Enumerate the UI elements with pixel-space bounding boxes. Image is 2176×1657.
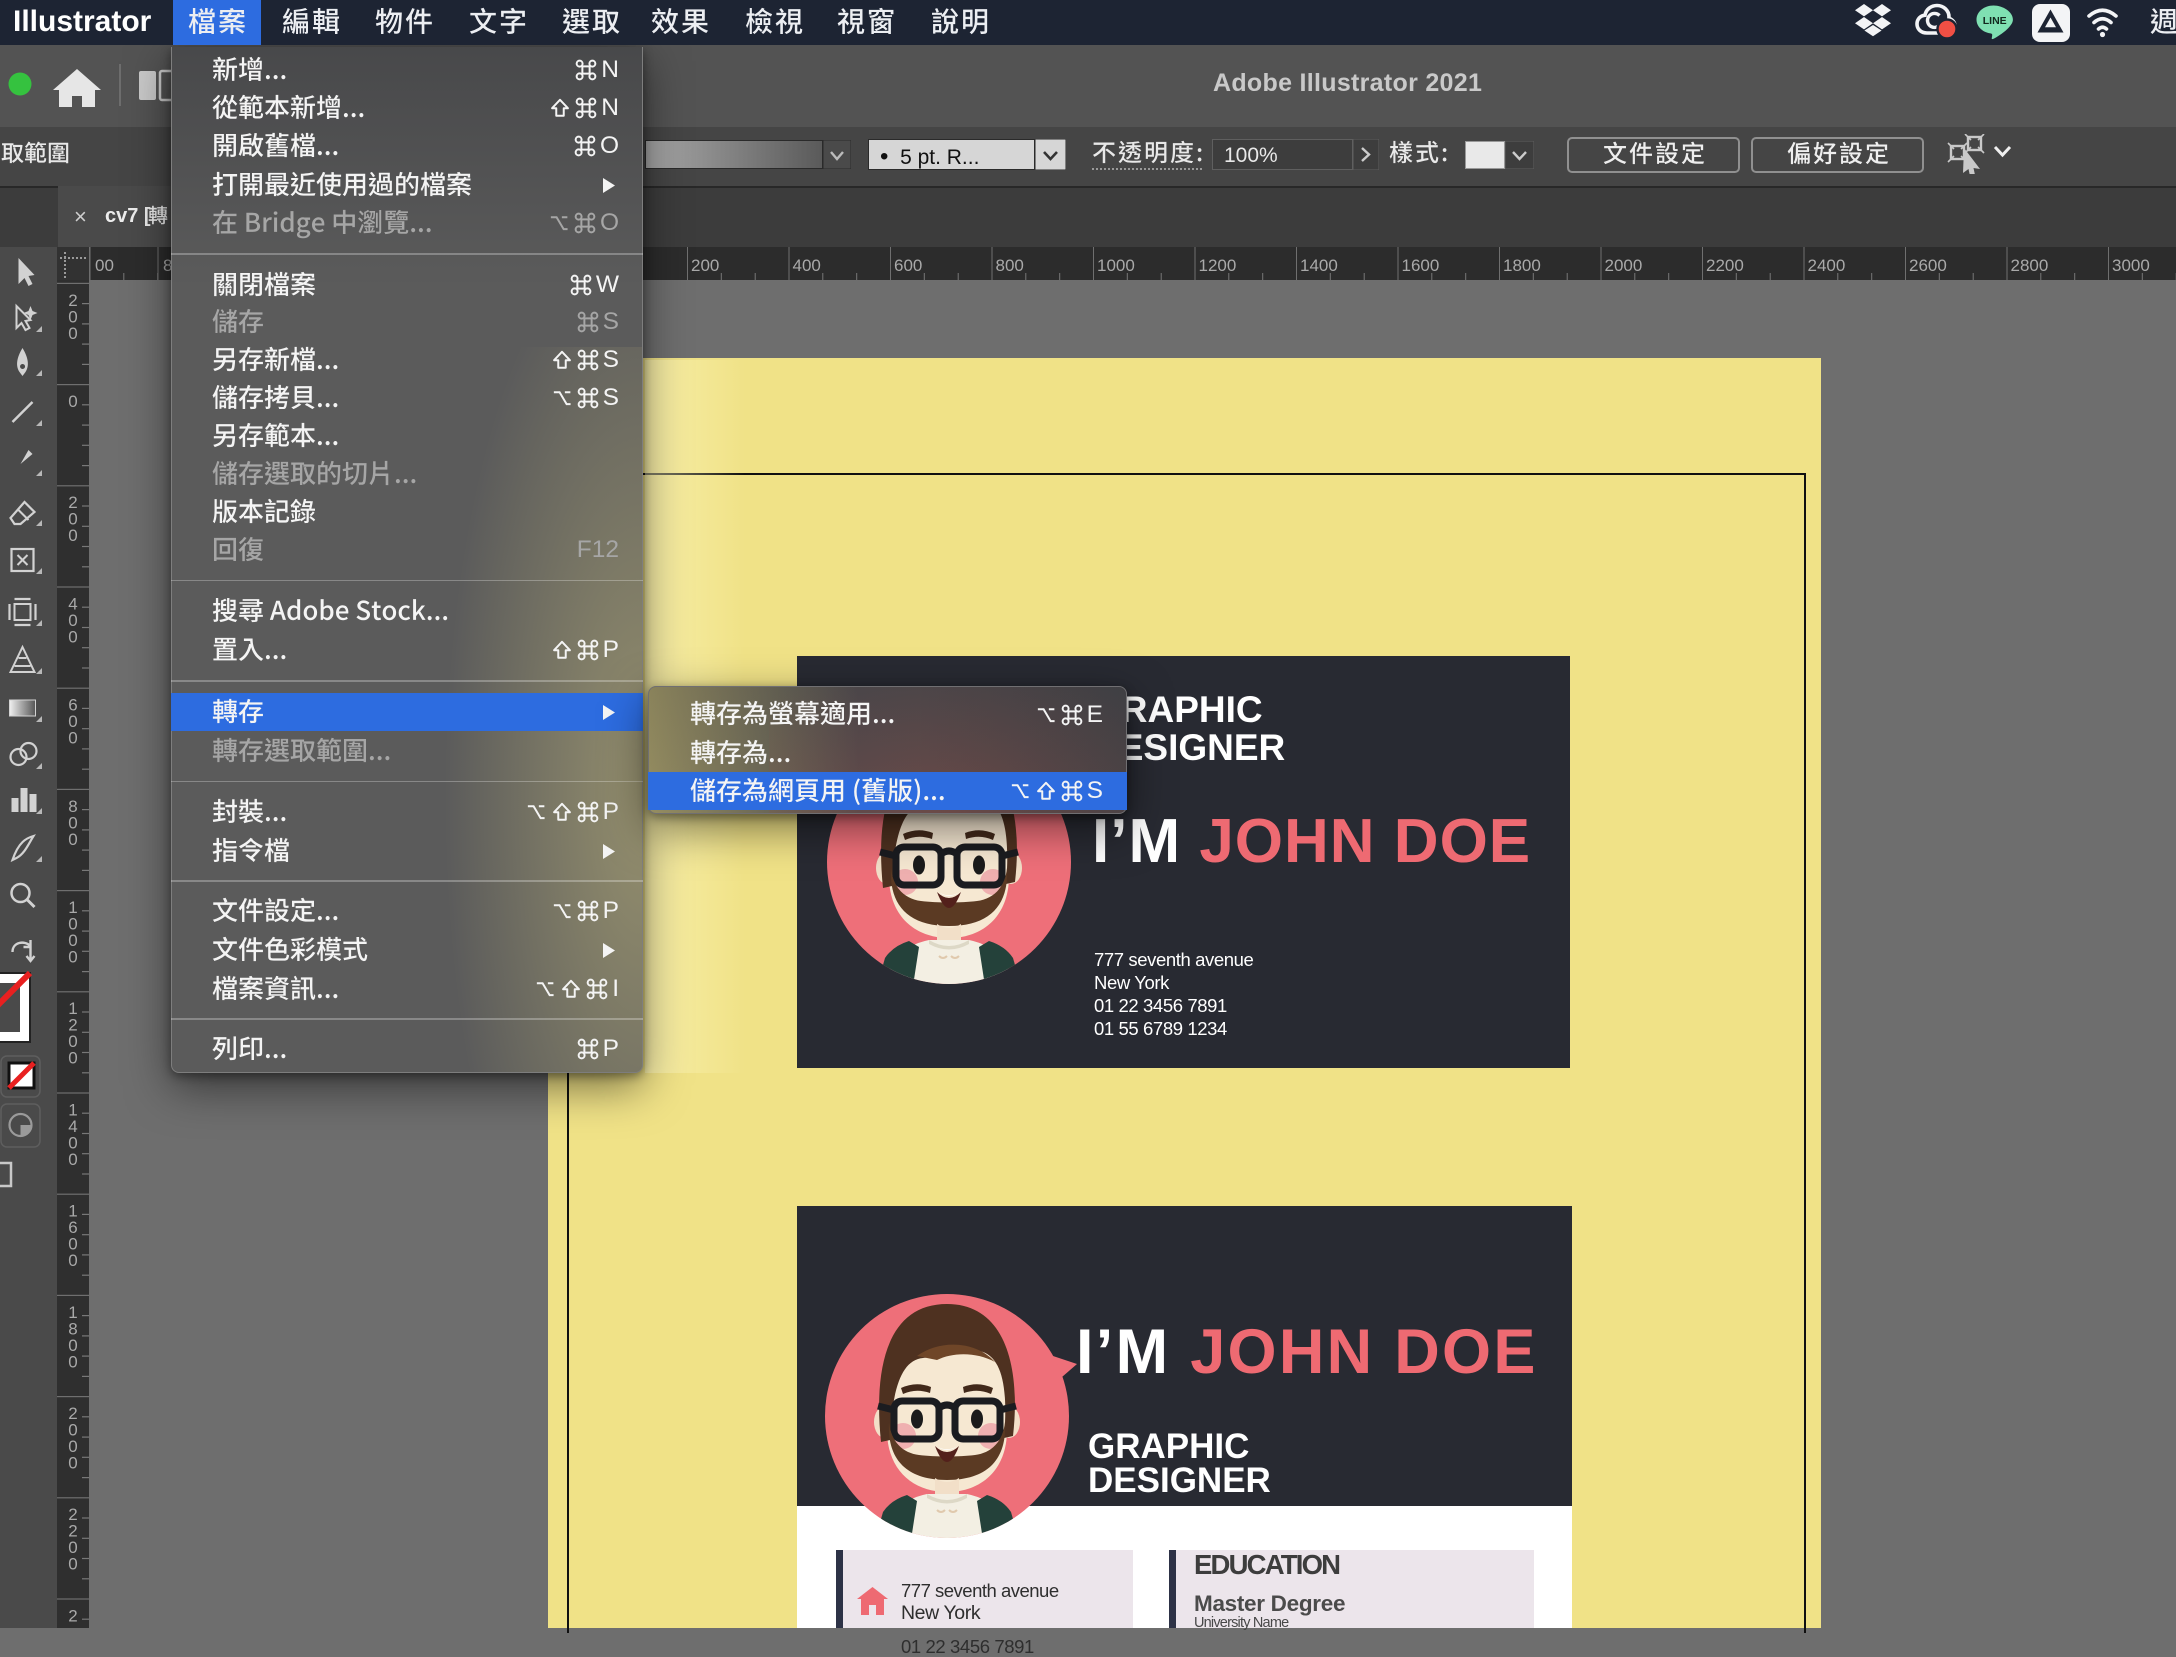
svg-text:0: 0	[68, 627, 77, 646]
svg-text:400: 400	[793, 256, 821, 275]
svg-text:2000: 2000	[1605, 256, 1643, 275]
svg-text:2: 2	[68, 1606, 77, 1625]
svg-text:0: 0	[68, 526, 77, 545]
svg-text:1600: 1600	[1402, 256, 1440, 275]
svg-text:1800: 1800	[1503, 256, 1541, 275]
svg-text:0: 0	[68, 392, 77, 411]
svg-text:2800: 2800	[2011, 256, 2049, 275]
svg-text:0: 0	[68, 324, 77, 343]
svg-text:200: 200	[691, 256, 719, 275]
svg-text:0: 0	[68, 1352, 77, 1371]
svg-text:1400: 1400	[1300, 256, 1338, 275]
svg-text:2600: 2600	[1909, 256, 1947, 275]
svg-text:LINE: LINE	[1983, 15, 2007, 27]
svg-text:2200: 2200	[1706, 256, 1744, 275]
svg-text:2400: 2400	[1808, 256, 1846, 275]
svg-text:0: 0	[68, 1251, 77, 1270]
svg-text:1000: 1000	[1097, 256, 1135, 275]
svg-text:800: 800	[996, 256, 1024, 275]
svg-text:600: 600	[894, 256, 922, 275]
svg-text:0: 0	[68, 1454, 77, 1473]
svg-text:1200: 1200	[1199, 256, 1237, 275]
svg-text:0: 0	[68, 729, 77, 748]
svg-text:0: 0	[68, 830, 77, 849]
svg-text:0: 0	[68, 1150, 77, 1169]
svg-text:00: 00	[95, 256, 114, 275]
svg-text:0: 0	[68, 1555, 77, 1574]
svg-text:3000: 3000	[2112, 256, 2150, 275]
svg-text:0: 0	[68, 948, 77, 967]
svg-text:0: 0	[68, 1049, 77, 1068]
